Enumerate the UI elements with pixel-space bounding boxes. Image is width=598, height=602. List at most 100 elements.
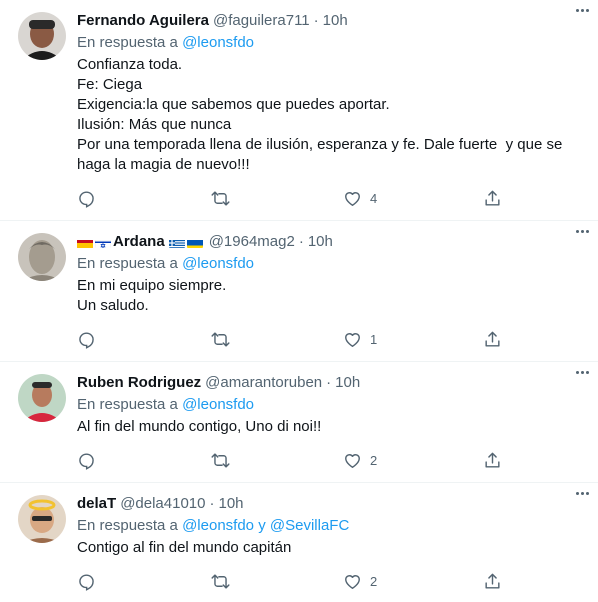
- share-icon: [485, 452, 500, 468]
- like-button[interactable]: 1: [343, 329, 377, 349]
- retweet-icon: [211, 331, 230, 347]
- author-name[interactable]: Fernando Aguilera: [77, 11, 209, 31]
- separator-dot: ·: [326, 374, 332, 391]
- reply-prefix: En respuesta a: [77, 34, 178, 51]
- reply-mention-link[interactable]: @leonsfdo: [182, 517, 254, 534]
- author-handle[interactable]: @faguilera711: [213, 11, 310, 31]
- share-button[interactable]: [483, 329, 502, 349]
- action-bar: 1: [77, 329, 507, 349]
- tweet-text: Al fin del mundo contigo, Uno di noi!!: [77, 417, 584, 437]
- tweet[interactable]: Ardana @1964mag2 · 10h En respuesta a @l…: [0, 221, 598, 362]
- avatar[interactable]: [18, 374, 66, 422]
- flag-greece-icon: [168, 237, 185, 248]
- tweet-text-line: Ilusión: Más que nunca: [77, 116, 232, 133]
- action-bar: 4: [77, 188, 507, 208]
- share-icon: [485, 573, 500, 589]
- tweet[interactable]: Ruben Rodriguez @amarantoruben · 10h En …: [0, 362, 598, 483]
- flag-israel-icon: [95, 237, 111, 248]
- reply-context: En respuesta a @leonsfdo y @SevillaFC: [77, 516, 584, 536]
- author-handle[interactable]: @amarantoruben: [205, 373, 322, 393]
- separator-dot: ·: [298, 233, 304, 250]
- reply-icon: [79, 331, 94, 349]
- like-count: 2: [370, 452, 378, 468]
- timestamp[interactable]: 10h: [219, 494, 244, 514]
- retweet-icon: [211, 573, 230, 589]
- reply-button[interactable]: [77, 329, 96, 349]
- reply-context: En respuesta a @leonsfdo: [77, 254, 584, 274]
- reply-button[interactable]: [77, 571, 96, 591]
- reply-prefix: En respuesta a: [77, 517, 178, 534]
- tweet[interactable]: delaT @dela41010 · 10h En respuesta a @l…: [0, 483, 598, 602]
- avatar[interactable]: [18, 233, 66, 281]
- timestamp[interactable]: 10h: [323, 11, 348, 31]
- flag-ukraine-icon: [186, 237, 203, 248]
- like-button[interactable]: 2: [343, 571, 377, 591]
- tweet-text-line: Por una temporada llena de ilusión, espe…: [77, 136, 563, 153]
- tweet-text-line: haga la magia de nuevo!!!: [77, 156, 250, 173]
- action-bar: 2: [77, 450, 507, 470]
- like-count: 2: [370, 573, 378, 589]
- like-button[interactable]: 2: [343, 450, 377, 470]
- tweet[interactable]: Fernando Aguilera @faguilera711 · 10h En…: [0, 0, 598, 221]
- tweet-text-line: Fe: Ciega: [77, 76, 143, 93]
- reply-context: En respuesta a @leonsfdo: [77, 395, 584, 415]
- timestamp[interactable]: 10h: [335, 373, 360, 393]
- author-name[interactable]: Ruben Rodriguez: [77, 373, 201, 393]
- like-icon: [345, 191, 360, 206]
- share-button[interactable]: [483, 450, 502, 470]
- tweet-text: Contigo al fin del mundo capitán: [77, 538, 584, 558]
- reply-conjunction: y: [258, 517, 266, 534]
- reply-icon: [79, 190, 94, 208]
- reply-button[interactable]: [77, 188, 96, 208]
- author-name[interactable]: Ardana: [113, 232, 165, 252]
- retweet-button[interactable]: [210, 450, 231, 470]
- share-icon: [485, 190, 500, 206]
- retweet-icon: [211, 452, 230, 468]
- tweet-text-line: Un saludo.: [77, 297, 149, 314]
- like-icon: [345, 332, 360, 347]
- author-handle[interactable]: @1964mag2: [209, 232, 295, 252]
- reply-mention-link[interactable]: @leonsfdo: [182, 34, 254, 51]
- author-handle[interactable]: @dela41010: [120, 494, 205, 514]
- flag-spain-icon: [77, 237, 93, 248]
- reply-mention-link[interactable]: @leonsfdo: [182, 396, 254, 413]
- more-options-button[interactable]: [572, 485, 592, 501]
- like-button[interactable]: 4: [343, 188, 377, 208]
- like-count: 1: [370, 331, 378, 347]
- more-options-button[interactable]: [572, 223, 592, 239]
- tweet-text-line: Contigo al fin del mundo capitán: [77, 539, 292, 556]
- reply-prefix: En respuesta a: [77, 255, 178, 272]
- timestamp[interactable]: 10h: [308, 232, 333, 252]
- tweet-text-line: Exigencia:la que sabemos que puedes apor…: [77, 96, 390, 113]
- retweet-button[interactable]: [210, 188, 231, 208]
- like-icon: [345, 453, 360, 468]
- retweet-button[interactable]: [210, 329, 231, 349]
- more-options-button[interactable]: [572, 2, 592, 18]
- action-bar: 2: [77, 571, 507, 591]
- avatar[interactable]: [18, 495, 66, 543]
- retweet-button[interactable]: [210, 571, 231, 591]
- reply-mention-link[interactable]: @SevillaFC: [270, 517, 349, 534]
- separator-dot: ·: [313, 12, 319, 29]
- like-count: 4: [370, 190, 378, 206]
- retweet-icon: [211, 190, 230, 206]
- reply-icon: [79, 573, 94, 591]
- reply-icon: [79, 452, 94, 470]
- reply-prefix: En respuesta a: [77, 396, 178, 413]
- reply-mention-link[interactable]: @leonsfdo: [182, 255, 254, 272]
- share-icon: [485, 331, 500, 347]
- like-icon: [345, 574, 360, 589]
- tweet-text: En mi equipo siempre. Un saludo.: [77, 276, 584, 316]
- tweet-text-line: En mi equipo siempre.: [77, 277, 227, 294]
- tweet-text-line: Al fin del mundo contigo, Uno di noi!!: [77, 418, 322, 435]
- author-name[interactable]: delaT: [77, 494, 116, 514]
- avatar[interactable]: [18, 12, 66, 60]
- tweet-text-line: Confianza toda.: [77, 56, 183, 73]
- reply-context: En respuesta a @leonsfdo: [77, 33, 584, 53]
- reply-button[interactable]: [77, 450, 96, 470]
- more-options-button[interactable]: [572, 364, 592, 380]
- share-button[interactable]: [483, 571, 502, 591]
- share-button[interactable]: [483, 188, 502, 208]
- tweet-text: Confianza toda. Fe: Ciega Exigencia:la q…: [77, 55, 584, 175]
- separator-dot: ·: [209, 495, 215, 512]
